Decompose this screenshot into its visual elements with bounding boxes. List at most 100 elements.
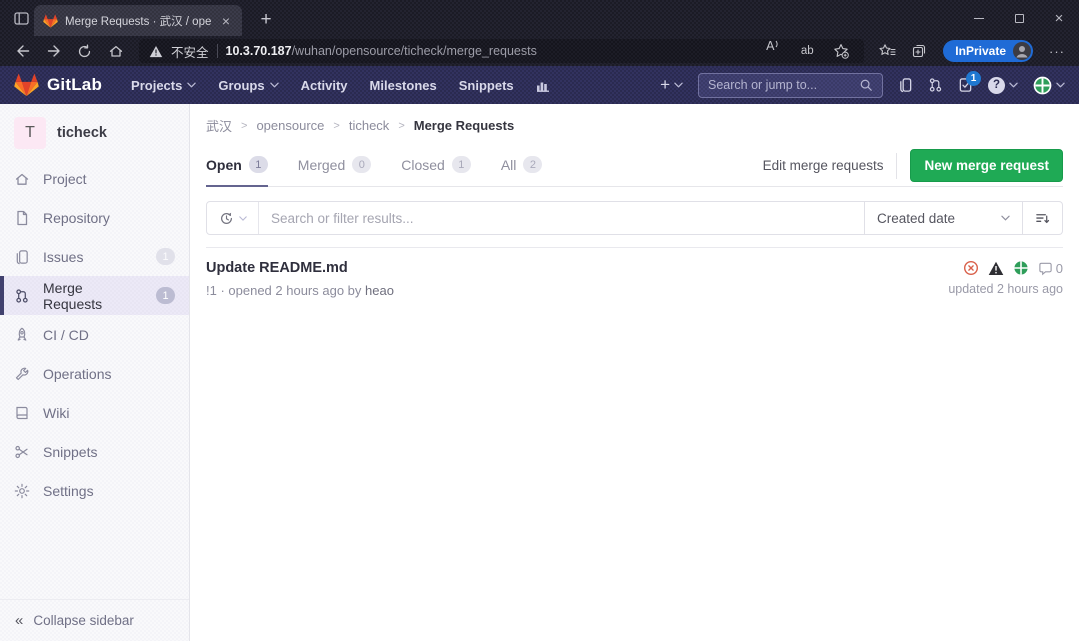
nav-milestones[interactable]: Milestones — [359, 66, 448, 104]
breadcrumb: 武汉 > opensource > ticheck > Merge Reques… — [206, 104, 1063, 145]
url-text: 10.3.70.187/wuhan/opensource/ticheck/mer… — [226, 42, 537, 60]
translate-icon[interactable]: ab — [794, 40, 820, 62]
merge-requests-nav-icon[interactable] — [928, 77, 943, 93]
tab-open[interactable]: Open 1 — [206, 145, 268, 187]
actions-divider — [896, 153, 897, 179]
project-context[interactable]: T ticheck — [0, 104, 189, 157]
mr-state-tabs: Open 1 Merged 0 Closed 1 All 2 Edit merg… — [206, 145, 1063, 187]
conflict-warning-icon — [988, 261, 1004, 276]
sidebar-item-wiki[interactable]: Wiki — [0, 393, 189, 432]
address-bar[interactable]: 不安全 10.3.70.187/wuhan/opensource/ticheck… — [139, 39, 864, 63]
sidebar-item-settings[interactable]: Settings — [0, 471, 189, 510]
new-menu-button[interactable]: + — [660, 75, 683, 95]
mr-comments-link[interactable]: 0 — [1038, 261, 1063, 276]
project-sidebar: T ticheck Project Repository Issues 1 Me… — [0, 104, 190, 641]
mr-meta: !1 · opened 2 hours ago by heao — [206, 283, 948, 298]
tab-closed[interactable]: Closed 1 — [401, 145, 471, 187]
home-icon[interactable] — [101, 38, 130, 64]
tab-title: Merge Requests · 武汉 / opensc — [65, 13, 212, 29]
todos-nav-icon[interactable]: 1 — [958, 77, 973, 93]
profile-avatar[interactable] — [1013, 42, 1031, 60]
sidebar-item-repository[interactable]: Repository — [0, 198, 189, 237]
global-search[interactable] — [698, 73, 883, 98]
new-tab-button[interactable]: + — [252, 6, 280, 34]
gitlab-brand-name: GitLab — [47, 75, 102, 95]
search-icon — [859, 78, 873, 92]
breadcrumb-current: Merge Requests — [414, 118, 514, 133]
filter-search-input[interactable] — [259, 211, 864, 226]
merge-request-list: Update README.md !1 · opened 2 hours ago… — [206, 247, 1063, 310]
instance-stats-icon[interactable] — [525, 77, 562, 93]
close-button[interactable]: × — [1039, 0, 1079, 36]
favorites-bar-icon[interactable] — [873, 38, 902, 64]
sidebar-item-issues[interactable]: Issues 1 — [0, 237, 189, 276]
user-menu[interactable] — [1033, 76, 1065, 95]
collapse-icon: « — [15, 612, 23, 629]
mr-author-link[interactable]: heao — [365, 283, 394, 298]
sidebar-nav: Project Repository Issues 1 Merge Reques… — [0, 159, 189, 510]
sort-direction-button[interactable] — [1023, 201, 1063, 235]
user-avatar — [1033, 76, 1052, 95]
filter-bar: Created date — [206, 201, 1063, 235]
mr-title-link[interactable]: Update README.md — [206, 260, 948, 276]
gitlab-brand[interactable]: GitLab — [14, 73, 102, 97]
breadcrumb-project[interactable]: ticheck — [349, 118, 389, 133]
security-warning-icon[interactable] — [149, 45, 163, 58]
issues-nav-icon[interactable] — [898, 77, 913, 93]
tab-closed-count: 1 — [452, 156, 471, 173]
browser-titlebar: Merge Requests · 武汉 / opensc × + × — [0, 0, 1079, 36]
breadcrumb-subgroup[interactable]: opensource — [256, 118, 324, 133]
project-name: ticheck — [57, 125, 107, 141]
sidebar-item-merge-requests[interactable]: Merge Requests 1 — [0, 276, 189, 315]
help-menu[interactable]: ? — [988, 77, 1018, 94]
collections-icon[interactable] — [904, 38, 933, 64]
sidebar-item-ci-cd[interactable]: CI / CD — [0, 315, 189, 354]
assignee-avatar[interactable] — [1013, 260, 1029, 276]
gitlab-logo-icon — [14, 73, 39, 97]
recent-searches-dropdown[interactable] — [207, 202, 259, 234]
mr-count-badge: 1 — [156, 287, 175, 304]
gitlab-favicon — [43, 14, 58, 28]
global-search-input[interactable] — [708, 78, 853, 92]
sort-direction-icon — [1035, 211, 1050, 226]
add-favorite-icon[interactable] — [828, 40, 854, 62]
inprivate-badge[interactable]: InPrivate — [943, 40, 1033, 62]
tab-actions-icon[interactable] — [6, 3, 36, 33]
sidebar-item-operations[interactable]: Operations — [0, 354, 189, 393]
issues-count-badge: 1 — [156, 248, 175, 265]
window-controls: × — [959, 0, 1079, 36]
pipeline-failed-icon[interactable] — [963, 260, 979, 276]
tab-close-icon[interactable]: × — [219, 13, 233, 29]
nav-snippets[interactable]: Snippets — [448, 66, 525, 104]
help-icon: ? — [988, 77, 1005, 94]
back-icon[interactable] — [8, 38, 37, 64]
refresh-icon[interactable] — [70, 38, 99, 64]
browser-menu-icon[interactable]: ··· — [1043, 44, 1071, 59]
nav-groups[interactable]: Groups — [207, 66, 289, 104]
tab-merged[interactable]: Merged 0 — [298, 145, 371, 187]
forward-icon[interactable] — [39, 38, 68, 64]
comment-icon — [1038, 261, 1053, 276]
minimize-button[interactable] — [959, 0, 999, 36]
collapse-sidebar-button[interactable]: « Collapse sidebar — [0, 599, 189, 641]
nav-projects[interactable]: Projects — [120, 66, 207, 104]
breadcrumb-group[interactable]: 武汉 — [206, 116, 232, 135]
sidebar-item-project[interactable]: Project — [0, 159, 189, 198]
new-merge-request-button[interactable]: New merge request — [910, 149, 1063, 182]
browser-toolbar: 不安全 10.3.70.187/wuhan/opensource/ticheck… — [0, 36, 1079, 66]
read-aloud-icon[interactable]: A — [760, 40, 786, 62]
tab-merged-count: 0 — [352, 156, 371, 173]
merge-request-row: Update README.md !1 · opened 2 hours ago… — [206, 248, 1063, 310]
url-path: /wuhan/opensource/ticheck/merge_requests — [292, 44, 537, 58]
maximize-button[interactable] — [999, 0, 1039, 36]
edit-merge-requests-button[interactable]: Edit merge requests — [763, 158, 884, 173]
todo-count-badge: 1 — [966, 71, 981, 86]
sidebar-item-snippets[interactable]: Snippets — [0, 432, 189, 471]
history-icon — [219, 211, 234, 226]
nav-activity[interactable]: Activity — [290, 66, 359, 104]
tab-all[interactable]: All 2 — [501, 145, 543, 187]
sort-by-dropdown[interactable]: Created date — [865, 201, 1023, 235]
browser-tab[interactable]: Merge Requests · 武汉 / opensc × — [34, 5, 242, 36]
security-label[interactable]: 不安全 — [171, 42, 209, 61]
gitlab-navbar: GitLab Projects Groups Activity Mileston… — [0, 66, 1079, 104]
